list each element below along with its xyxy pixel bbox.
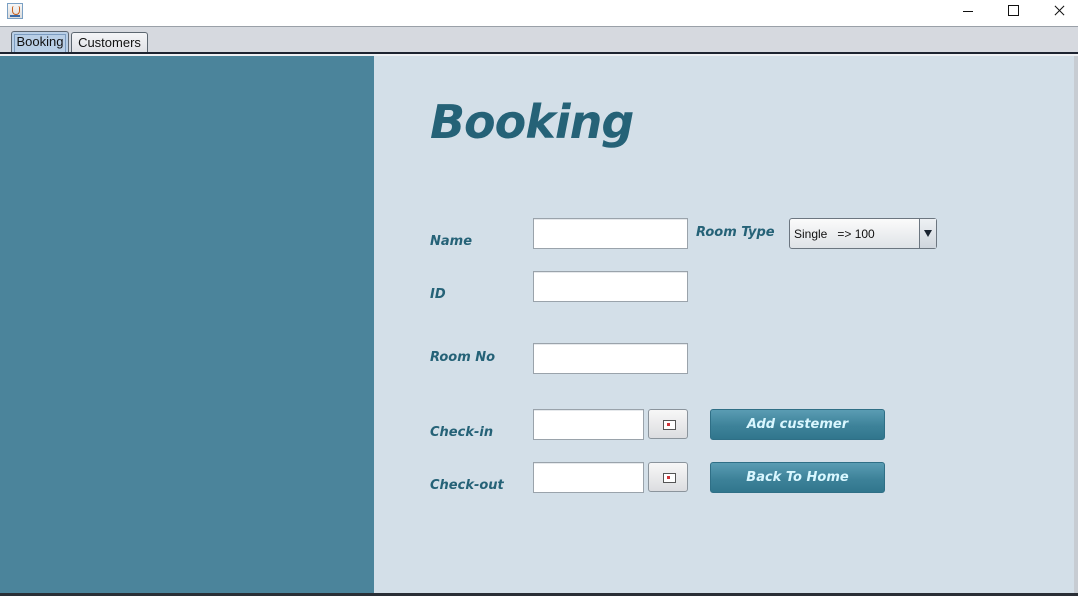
checkout-label: Check-out	[430, 478, 504, 493]
back-to-home-button[interactable]: Back To Home	[710, 462, 885, 493]
name-input[interactable]	[533, 218, 688, 249]
java-cup-icon	[7, 3, 23, 19]
room-type-label: Room Type	[696, 225, 775, 240]
title-bar	[0, 0, 1078, 26]
page-title: Booking	[430, 95, 634, 149]
checkout-date-input[interactable]	[533, 462, 644, 493]
name-label: Name	[430, 234, 473, 249]
chevron-down-icon[interactable]	[919, 219, 936, 248]
checkin-calendar-button[interactable]	[648, 409, 688, 439]
room-type-selected: Single => 100	[794, 227, 875, 241]
room-no-label: Room No	[430, 350, 496, 365]
id-label: ID	[430, 287, 446, 302]
tab-booking[interactable]: Booking	[11, 31, 69, 52]
add-customer-button[interactable]: Add custemer	[710, 409, 885, 440]
room-no-input[interactable]	[533, 343, 688, 374]
id-input[interactable]	[533, 271, 688, 302]
tab-customers-label: Customers	[78, 35, 141, 50]
room-type-select[interactable]: Single => 100	[789, 218, 937, 249]
calendar-icon	[663, 473, 676, 483]
tab-strip: Booking Customers	[0, 26, 1078, 53]
side-panel	[0, 56, 374, 593]
tab-booking-label: Booking	[16, 34, 64, 49]
checkin-date-input[interactable]	[533, 409, 644, 440]
maximize-icon[interactable]	[990, 0, 1036, 26]
calendar-icon	[663, 420, 676, 430]
checkin-label: Check-in	[430, 425, 494, 440]
close-icon[interactable]	[1036, 0, 1078, 26]
checkout-calendar-button[interactable]	[648, 462, 688, 492]
tab-customers[interactable]: Customers	[71, 32, 148, 52]
minimize-icon[interactable]	[945, 0, 991, 26]
